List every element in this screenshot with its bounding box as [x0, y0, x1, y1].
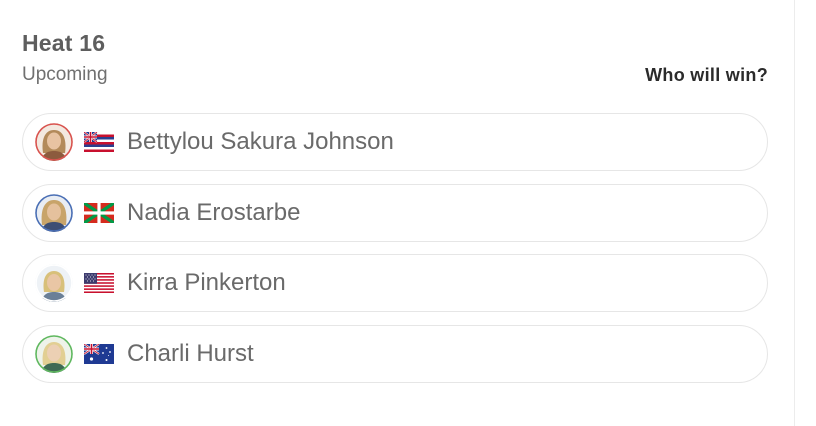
heat-title: Heat 16 — [22, 30, 106, 56]
athlete-avatar — [35, 123, 73, 161]
hawaii-flag-icon — [84, 132, 114, 152]
athlete-name: Bettylou Sakura Johnson — [127, 128, 394, 155]
who-will-win-label: Who will win? — [645, 65, 768, 85]
athlete-option[interactable]: Bettylou Sakura Johnson — [22, 113, 768, 171]
athlete-name: Charli Hurst — [127, 339, 254, 367]
athlete-option[interactable]: Nadia Erostarbe — [22, 183, 768, 242]
australia-flag-icon — [84, 343, 114, 364]
athlete-option[interactable]: Kirra Pinkerton — [22, 254, 768, 312]
heat-status: Upcoming — [22, 64, 108, 85]
athlete-name: Nadia Erostarbe — [127, 198, 301, 226]
athlete-photo-icon — [35, 123, 73, 161]
athlete-list: Bettylou Sakura Johnson Nadia Erostarbe … — [22, 113, 768, 395]
athlete-photo-icon — [35, 193, 73, 232]
usa-flag-icon — [84, 273, 114, 293]
athlete-photo-icon — [35, 334, 73, 373]
athlete-avatar — [35, 264, 73, 302]
basque-flag-icon — [84, 202, 114, 223]
athlete-avatar — [35, 193, 73, 232]
athlete-avatar — [35, 334, 73, 373]
panel-divider — [794, 0, 795, 426]
athlete-option[interactable]: Charli Hurst — [22, 324, 768, 383]
heat-page: Heat 16 Upcoming Who will win? Bettylou … — [0, 0, 816, 426]
athlete-photo-icon — [35, 264, 73, 302]
athlete-name: Kirra Pinkerton — [127, 269, 286, 296]
